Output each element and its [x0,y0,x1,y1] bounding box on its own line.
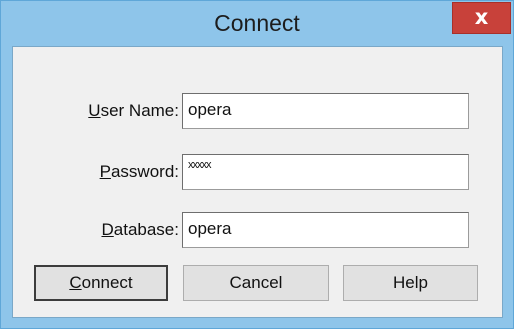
dialog-body: User Name: opera Password: xxxxx Databas… [12,46,503,318]
database-field[interactable]: opera [182,212,469,248]
database-label: Database: [101,220,179,239]
user-name-label: User Name: [88,101,179,120]
close-icon: x [474,5,489,29]
password-label: Password: [99,162,179,181]
cancel-button[interactable]: Cancel [183,265,329,301]
help-button[interactable]: Help [343,265,478,301]
connect-dialog: Connect x User Name: opera Password: xxx… [0,0,514,329]
close-button[interactable]: x [452,2,511,34]
dialog-title: Connect [214,10,300,36]
title-bar[interactable]: Connect x [1,1,513,45]
password-field[interactable]: xxxxx [182,154,469,190]
connect-button[interactable]: Connect [34,265,168,301]
user-name-field[interactable]: opera [182,93,469,129]
